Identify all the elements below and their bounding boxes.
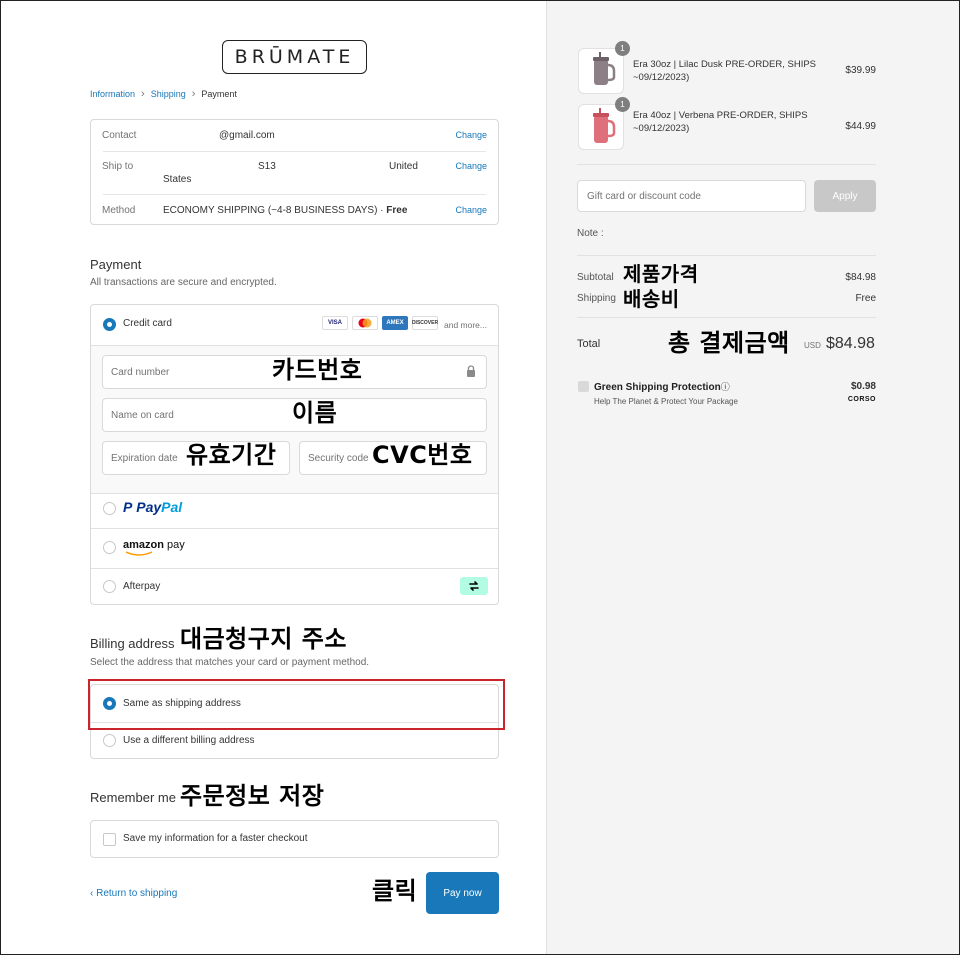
payment-subtitle: All transactions are secure and encrypte… [90, 277, 277, 288]
divider [577, 255, 876, 256]
afterpay-icon [460, 577, 488, 595]
chevron-right-icon: › [191, 88, 196, 100]
cart-item-name: Era 30oz | Lilac Dusk PRE-ORDER, SHIPS ~… [633, 59, 817, 83]
currency-code: USD [804, 341, 821, 350]
paypal-radio[interactable] [103, 502, 116, 515]
annotation-expiry: 유효기간 [186, 441, 277, 469]
tumbler-icon [593, 108, 616, 143]
quantity-badge: 1 [615, 97, 630, 112]
afterpay-radio[interactable] [103, 580, 116, 593]
remember-title: Remember me [90, 790, 176, 805]
total-label: Total [577, 338, 601, 350]
shipto-country-cont: States [163, 174, 192, 185]
total-value: $84.98 [826, 335, 875, 352]
annotation-billing: 대금청구지 주소 [180, 625, 347, 653]
contact-change-link[interactable]: Change [455, 130, 487, 140]
breadcrumb: Information › Shipping › Payment [90, 88, 237, 100]
mastercard-icon [352, 316, 378, 330]
apply-button[interactable]: Apply [814, 180, 876, 212]
divider [91, 528, 498, 529]
shipto-label: Ship to [102, 161, 134, 172]
lock-icon [466, 365, 476, 380]
credit-card-label[interactable]: Credit card [123, 318, 172, 329]
divider [103, 151, 486, 152]
protection-title: Green Shipping Protectionⓘ [594, 382, 730, 393]
paypal-logo[interactable]: P PayPal [123, 499, 182, 515]
afterpay-label[interactable]: Afterpay [123, 581, 160, 592]
annotation-card-number: 카드번호 [272, 356, 363, 384]
method-label: Method [102, 205, 136, 216]
shipto-change-link[interactable]: Change [455, 161, 487, 171]
remember-box: Save my information for a faster checkou… [90, 820, 499, 858]
save-info-label[interactable]: Save my information for a faster checkou… [123, 833, 308, 844]
annotation-click: 클릭 [372, 877, 418, 905]
return-to-shipping-link[interactable]: ‹ Return to shipping [90, 888, 177, 899]
credit-card-radio[interactable] [103, 318, 116, 331]
billing-title: Billing address [90, 636, 175, 651]
different-address-radio[interactable] [103, 734, 116, 747]
cart-item-price: $39.99 [845, 65, 876, 76]
method-change-link[interactable]: Change [455, 205, 487, 215]
amex-icon: AMEX [382, 316, 408, 330]
method-free: Free [386, 205, 408, 216]
discount-code-input[interactable]: Gift card or discount code [577, 180, 806, 212]
note-label: Note : [577, 228, 604, 239]
tumbler-icon [593, 52, 616, 85]
cart-item-name: Era 40oz | Verbena PRE-ORDER, SHIPS ~09/… [633, 110, 808, 134]
different-address-label[interactable]: Use a different billing address [123, 735, 255, 746]
highlight-box [88, 679, 505, 730]
breadcrumb-information[interactable]: Information [90, 89, 135, 99]
discover-icon: DISCOVER [412, 316, 438, 330]
annotation-remember: 주문정보 저장 [180, 782, 325, 810]
protection-price: $0.98 [850, 381, 876, 392]
divider [577, 164, 876, 165]
billing-subtitle: Select the address that matches your car… [90, 657, 370, 668]
divider [91, 568, 498, 569]
subtotal-value: $84.98 [845, 272, 876, 283]
cart-item-price: $44.99 [845, 121, 876, 132]
amazon-pay-radio[interactable] [103, 541, 116, 554]
cart-item-thumb [578, 104, 624, 150]
breadcrumb-shipping[interactable]: Shipping [151, 89, 186, 99]
annotation-name: 이름 [292, 399, 338, 427]
divider [577, 317, 876, 318]
info-icon[interactable]: ⓘ [721, 382, 730, 392]
shipto-address: S13 [258, 161, 276, 172]
shipping-protection-checkbox[interactable] [578, 381, 589, 392]
annotation-total: 총 결제금액 [668, 329, 790, 357]
breadcrumb-payment: Payment [201, 89, 237, 99]
shipping-label: Shipping [577, 293, 616, 304]
quantity-badge: 1 [615, 41, 630, 56]
order-summary-box: Contact @gmail.com Change Ship to S13 Un… [90, 119, 499, 225]
annotation-product-price: 제품가격 [623, 262, 699, 286]
save-info-checkbox[interactable] [103, 833, 116, 846]
protection-subtitle: Help The Planet & Protect Your Package [594, 397, 738, 406]
amazon-smile-icon [125, 551, 153, 556]
method-value: ECONOMY SHIPPING (~4-8 BUSINESS DAYS) · … [163, 205, 408, 216]
corso-logo: CORSO [847, 396, 876, 403]
cart-item-thumb [578, 48, 624, 94]
shipping-value: Free [855, 293, 876, 304]
contact-label: Contact [102, 130, 137, 141]
amazon-pay-logo[interactable]: amazon pay [123, 539, 185, 556]
divider [103, 194, 486, 195]
brand-logo[interactable]: BRŪMATE [222, 40, 367, 74]
contact-value: @gmail.com [219, 130, 275, 141]
annotation-shipping-fee: 배송비 [623, 287, 680, 311]
subtotal-label: Subtotal [577, 272, 614, 283]
chevron-right-icon: › [141, 88, 145, 100]
shipto-country: United [389, 161, 418, 172]
chevron-left-icon: ‹ [90, 888, 94, 899]
pay-now-button[interactable]: Pay now [426, 872, 499, 914]
visa-icon: VISA [322, 316, 348, 330]
payment-title: Payment [90, 257, 142, 272]
and-more-text: and more... [444, 320, 487, 330]
annotation-cvc: CVC번호 [372, 441, 473, 469]
